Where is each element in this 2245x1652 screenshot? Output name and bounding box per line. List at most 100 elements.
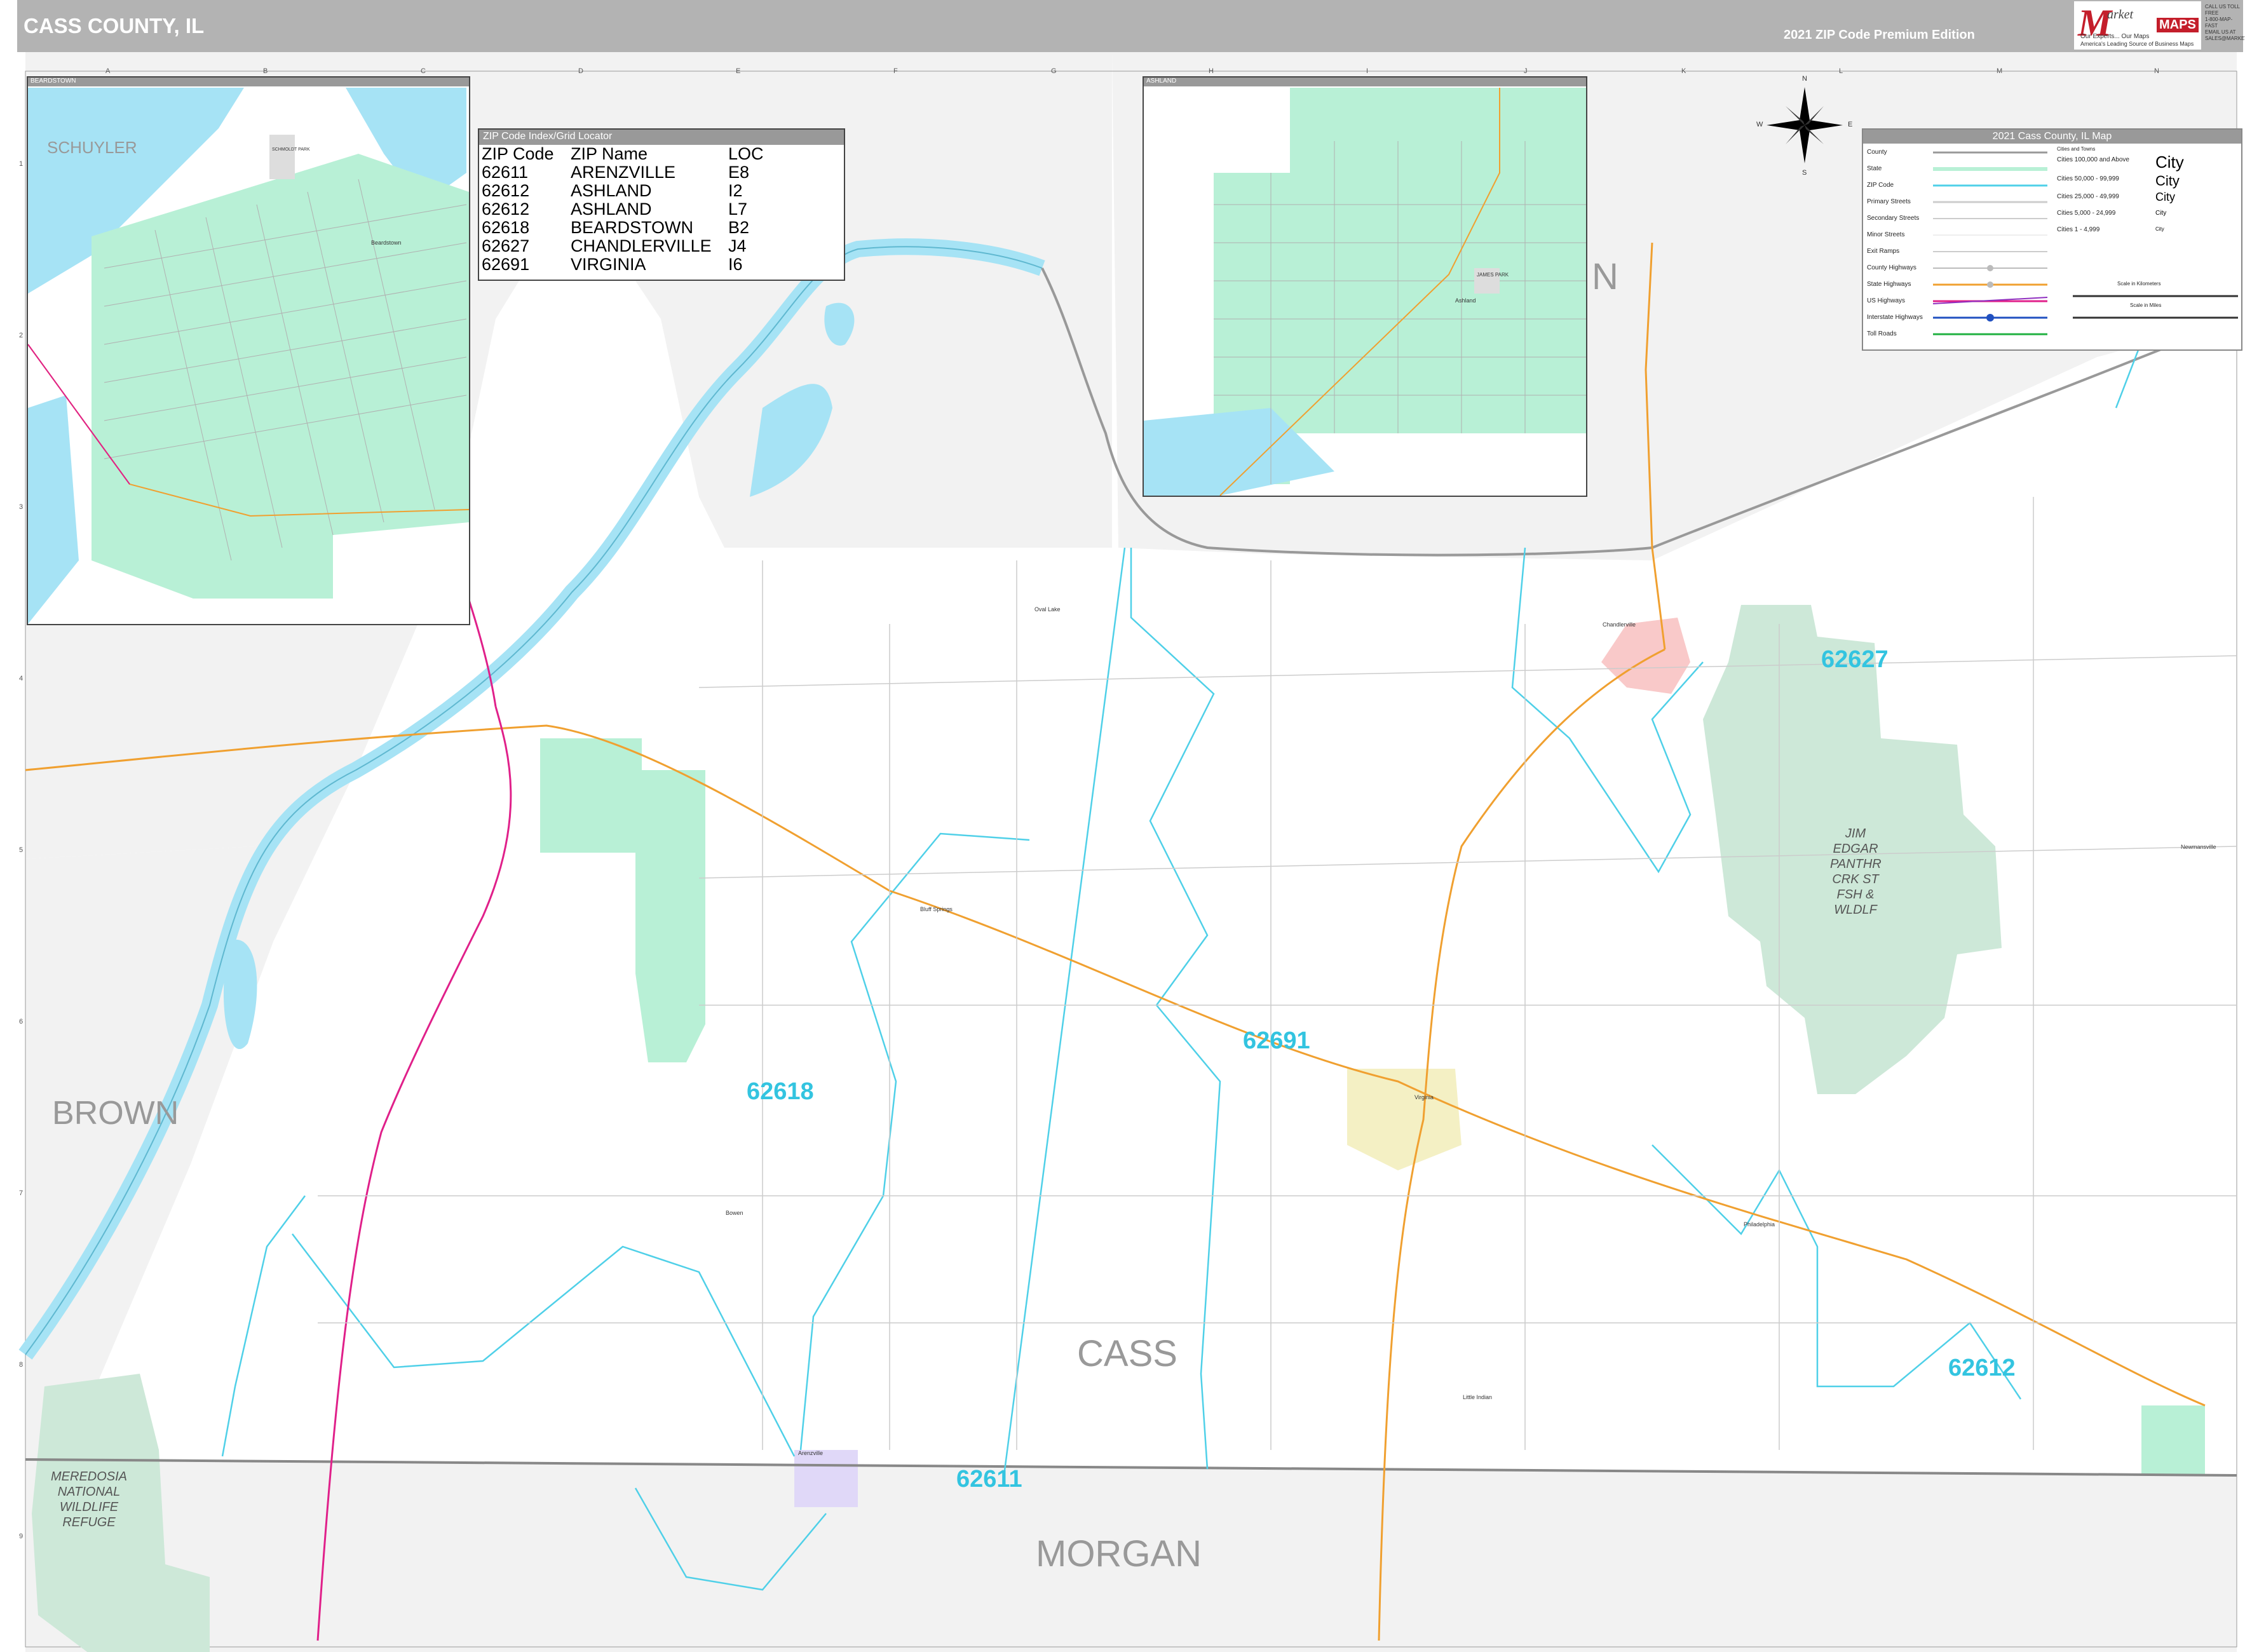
zip-index-row: 62627 CHANDLERVILLE J4 — [479, 237, 844, 255]
zip-name-cell: ASHLAND — [571, 200, 652, 219]
contact-line: EMAIL US AT — [2205, 29, 2236, 35]
zip-label-62611: 62611 — [956, 1466, 1022, 1493]
grid-letter: F — [893, 67, 898, 75]
inset-james-park-label: JAMES PARK — [1477, 272, 1509, 278]
place-oval-lake: Oval Lake — [1034, 606, 1061, 613]
legend-city-25k: Cities 25,000 - 49,999 — [2057, 193, 2119, 200]
legend-city-sample: City — [2155, 191, 2175, 203]
grid-letter: K — [1681, 67, 1686, 75]
meredosia-refuge-label: MEREDOSIA NATIONAL WILDLIFE REFUGE — [51, 1470, 128, 1529]
loc-cell: E8 — [728, 163, 750, 182]
zip-cell: 62611 — [482, 163, 529, 182]
legend-city-100k: Cities 100,000 and Above — [2057, 156, 2129, 163]
inset-park-label: SCHMOLDT PARK — [272, 147, 310, 152]
page-title: CASS COUNTY, IL — [24, 14, 205, 37]
place-newmansville: Newmansville — [2181, 844, 2216, 850]
legend-scale-mi: Scale in Miles — [2130, 302, 2162, 308]
legend-swatches — [1932, 151, 2238, 335]
logo-maps: MAPS — [2157, 18, 2199, 32]
zip-index-header: ZIP Code ZIP Name LOC — [479, 145, 844, 163]
map-area[interactable]: N S E W A B C D E F G H I J K L M N 1 2 … — [0, 52, 2245, 1652]
grid-letter: C — [421, 67, 426, 75]
grid-letter: I — [1366, 67, 1369, 75]
beardstown-inset[interactable]: BEARDSTOWN SCHUYLER Beardstown SCHMOLDT … — [27, 76, 470, 625]
zip-label-62618: 62618 — [747, 1078, 814, 1105]
zip-index-title: ZIP Code Index/Grid Locator — [479, 130, 844, 145]
loc-cell: I2 — [728, 181, 743, 200]
legend-city-sample: City — [2155, 210, 2167, 217]
contact-line: CALL US TOLL FREE — [2205, 4, 2240, 16]
zip-name-cell: VIRGINIA — [571, 255, 646, 274]
grid-letter: H — [1209, 67, 1214, 75]
zip-cell: 62627 — [482, 236, 530, 255]
zip-cell: 62612 — [482, 181, 530, 200]
morgan-county-label: MORGAN — [1036, 1533, 1202, 1574]
legend-city-50k: Cities 50,000 - 99,999 — [2057, 175, 2119, 182]
logo-subtag: America's Leading Source of Business Map… — [2080, 41, 2194, 47]
grid-number: 3 — [19, 503, 24, 511]
menard-county-label: N — [1592, 256, 1618, 297]
zip-name-cell: CHANDLERVILLE — [571, 236, 712, 255]
zip-label-62691: 62691 — [1243, 1027, 1310, 1054]
zip-name-cell: ARENZVILLE — [571, 163, 676, 182]
loc-cell: J4 — [728, 236, 747, 255]
logo-contact: CALL US TOLL FREE 1-800-MAP-FAST EMAIL U… — [2205, 4, 2245, 42]
legend-city-sample: City — [2155, 173, 2180, 189]
place-bowen: Bowen — [726, 1210, 743, 1216]
legend-city-sample: City — [2155, 226, 2164, 232]
place-philadelphia: Philadelphia — [1744, 1221, 1775, 1228]
place-chandlerville: Chandlerville — [1603, 621, 1636, 628]
place-little-indian: Little Indian — [1463, 1394, 1493, 1400]
zip-cell: 62691 — [482, 255, 530, 274]
compass-w: W — [1756, 121, 1763, 128]
compass-n: N — [1802, 75, 1807, 83]
grid-letter: G — [1051, 67, 1057, 75]
legend-city-5k: Cities 5,000 - 24,999 — [2057, 210, 2116, 217]
logo-market: arket — [2107, 8, 2134, 22]
zip-label-62627: 62627 — [1821, 646, 1889, 673]
beardstown-inset-map — [28, 88, 469, 624]
grid-letter: D — [578, 67, 583, 75]
grid-number: 8 — [19, 1361, 24, 1369]
zip-code-index: ZIP Code Index/Grid Locator ZIP Code ZIP… — [478, 128, 845, 281]
zip-cell: 62618 — [482, 218, 530, 237]
contact-line: 1-800-MAP-FAST — [2205, 17, 2233, 29]
zip-62618-town — [635, 770, 705, 1062]
legend-city-sample: City — [2155, 152, 2184, 172]
grid-number: 5 — [19, 846, 24, 854]
place-virginia: Virginia — [1414, 1094, 1434, 1100]
jim-edgar-park-label: JIM EDGAR PANTHR CRK ST FSH & WLDLF — [1830, 827, 1882, 917]
legend-scale-km: Scale in Kilometers — [2117, 281, 2161, 287]
zip-index-row: 62611 ARENZVILLE E8 — [479, 163, 844, 182]
grid-letter: A — [105, 67, 111, 75]
grid-number: 9 — [19, 1533, 24, 1540]
grid-number: 7 — [19, 1189, 24, 1197]
ashland-inset-map — [1144, 88, 1586, 496]
grid-letter: B — [263, 67, 268, 75]
edition-label: 2021 ZIP Code Premium Edition — [1784, 28, 1975, 42]
inset-schuyler-label: SCHUYLER — [47, 138, 137, 157]
contact-line: SALES@MARKETMAPS.COM — [2205, 36, 2245, 41]
compass-e: E — [1848, 121, 1853, 128]
ashland-area — [2141, 1405, 2205, 1475]
zip-name-cell: BEARDSTOWN — [571, 218, 694, 237]
loc-cell: B2 — [728, 218, 750, 237]
col-header: LOC — [728, 144, 764, 163]
zip-index-row: 62618 BEARDSTOWN B2 — [479, 219, 844, 237]
grid-letter: L — [1839, 67, 1843, 75]
grid-letter: N — [2154, 67, 2159, 75]
cass-county-label: CASS — [1077, 1333, 1177, 1374]
grid-number: 1 — [19, 160, 24, 168]
inset-beardstown-label: Beardstown — [371, 240, 402, 246]
place-arenzville: Arenzville — [798, 1450, 824, 1456]
ashland-inset[interactable]: ASHLAND Ashland JAMES PARK N — [1143, 76, 1587, 497]
loc-cell: I6 — [728, 255, 743, 274]
legend-city-header: Cities and Towns — [2057, 146, 2096, 152]
zip-name-cell: ASHLAND — [571, 181, 652, 200]
brown-county-label: BROWN — [52, 1095, 179, 1132]
zip-label-62612: 62612 — [1948, 1355, 2016, 1381]
arenzville-area — [794, 1450, 858, 1507]
header-bar: CASS COUNTY, IL 2021 ZIP Code Premium Ed… — [17, 0, 2243, 52]
zip-index-row: 62612 ASHLAND I2 — [479, 182, 844, 200]
grid-number: 2 — [19, 332, 24, 339]
